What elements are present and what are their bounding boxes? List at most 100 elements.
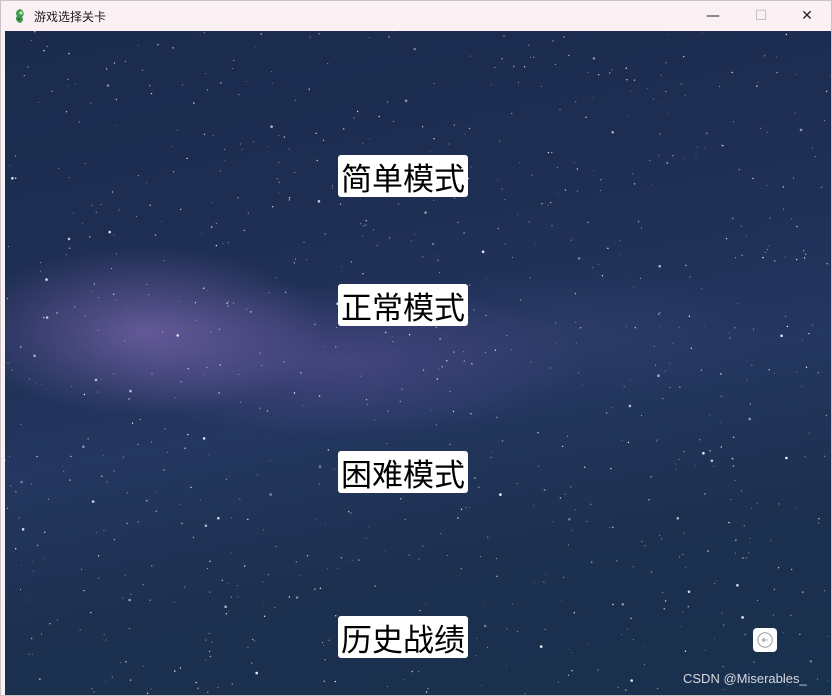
star	[598, 263, 599, 265]
star	[770, 540, 772, 542]
star	[625, 67, 627, 69]
minimize-icon: —	[706, 8, 720, 24]
starfield-background: 简单模式 正常模式 困难模式 历史战绩 CSDN @Miserables_	[5, 31, 831, 695]
star	[295, 99, 297, 101]
star	[496, 575, 498, 577]
hard-mode-button[interactable]: 困难模式	[338, 451, 468, 494]
star	[749, 542, 751, 544]
star	[157, 44, 159, 46]
star	[785, 33, 787, 36]
back-button[interactable]	[753, 628, 777, 652]
easy-mode-button[interactable]: 简单模式	[338, 155, 468, 198]
star	[218, 328, 221, 330]
star	[34, 31, 36, 33]
star	[146, 692, 149, 694]
star	[91, 500, 95, 503]
star	[740, 490, 742, 492]
star	[103, 633, 105, 635]
star	[689, 276, 691, 278]
star	[254, 640, 256, 642]
star	[745, 557, 747, 559]
star	[621, 439, 623, 441]
star	[403, 679, 405, 681]
star	[392, 340, 394, 343]
star	[150, 92, 153, 95]
star	[574, 321, 576, 323]
star	[114, 347, 116, 349]
star	[676, 517, 680, 520]
star	[496, 416, 498, 419]
star	[734, 552, 736, 554]
star	[136, 215, 138, 217]
star	[306, 555, 309, 557]
star	[172, 47, 174, 49]
star	[362, 143, 364, 144]
star	[567, 674, 570, 676]
star	[237, 197, 239, 199]
star	[448, 143, 450, 145]
star	[315, 132, 317, 135]
star	[43, 557, 45, 559]
star	[20, 346, 22, 348]
star	[6, 507, 9, 509]
close-button[interactable]: ✕	[783, 1, 831, 31]
star	[20, 480, 23, 484]
star	[511, 112, 513, 115]
star	[366, 404, 368, 405]
star	[32, 561, 34, 563]
star	[149, 85, 151, 87]
star	[324, 659, 326, 661]
star	[571, 529, 573, 531]
star	[490, 450, 492, 452]
star	[460, 508, 463, 510]
star	[37, 544, 39, 546]
star	[464, 133, 466, 135]
star	[116, 253, 117, 255]
star	[353, 117, 355, 119]
history-record-button[interactable]: 历史战绩	[338, 616, 468, 659]
maximize-button[interactable]: ☐	[737, 1, 785, 31]
star	[15, 155, 16, 157]
star	[171, 146, 173, 148]
star	[91, 687, 93, 689]
star	[539, 645, 543, 648]
star	[465, 507, 467, 509]
star	[640, 277, 642, 279]
star	[67, 78, 69, 81]
star	[179, 503, 180, 505]
star	[550, 202, 552, 204]
star	[260, 33, 262, 35]
star	[490, 457, 492, 459]
star	[263, 615, 266, 617]
star	[404, 518, 406, 521]
star	[511, 603, 513, 605]
star	[570, 530, 572, 532]
star	[256, 474, 258, 476]
star	[684, 650, 687, 652]
star	[774, 260, 776, 262]
star	[32, 570, 34, 572]
star	[387, 686, 388, 688]
star	[621, 603, 625, 606]
star	[796, 258, 798, 261]
star	[400, 498, 402, 500]
star	[343, 128, 345, 130]
star	[687, 590, 691, 593]
star	[418, 558, 420, 560]
star	[745, 235, 747, 237]
star	[391, 336, 393, 338]
star	[499, 140, 501, 142]
star	[544, 490, 546, 491]
star	[696, 146, 698, 148]
minimize-button[interactable]: —	[689, 1, 737, 31]
normal-mode-button[interactable]: 正常模式	[338, 284, 468, 327]
star	[365, 220, 367, 222]
star	[675, 463, 677, 465]
star	[274, 606, 276, 609]
star	[561, 445, 564, 448]
star	[474, 477, 476, 479]
star	[97, 555, 100, 557]
star	[124, 574, 126, 576]
star	[616, 560, 618, 562]
star	[103, 455, 105, 456]
